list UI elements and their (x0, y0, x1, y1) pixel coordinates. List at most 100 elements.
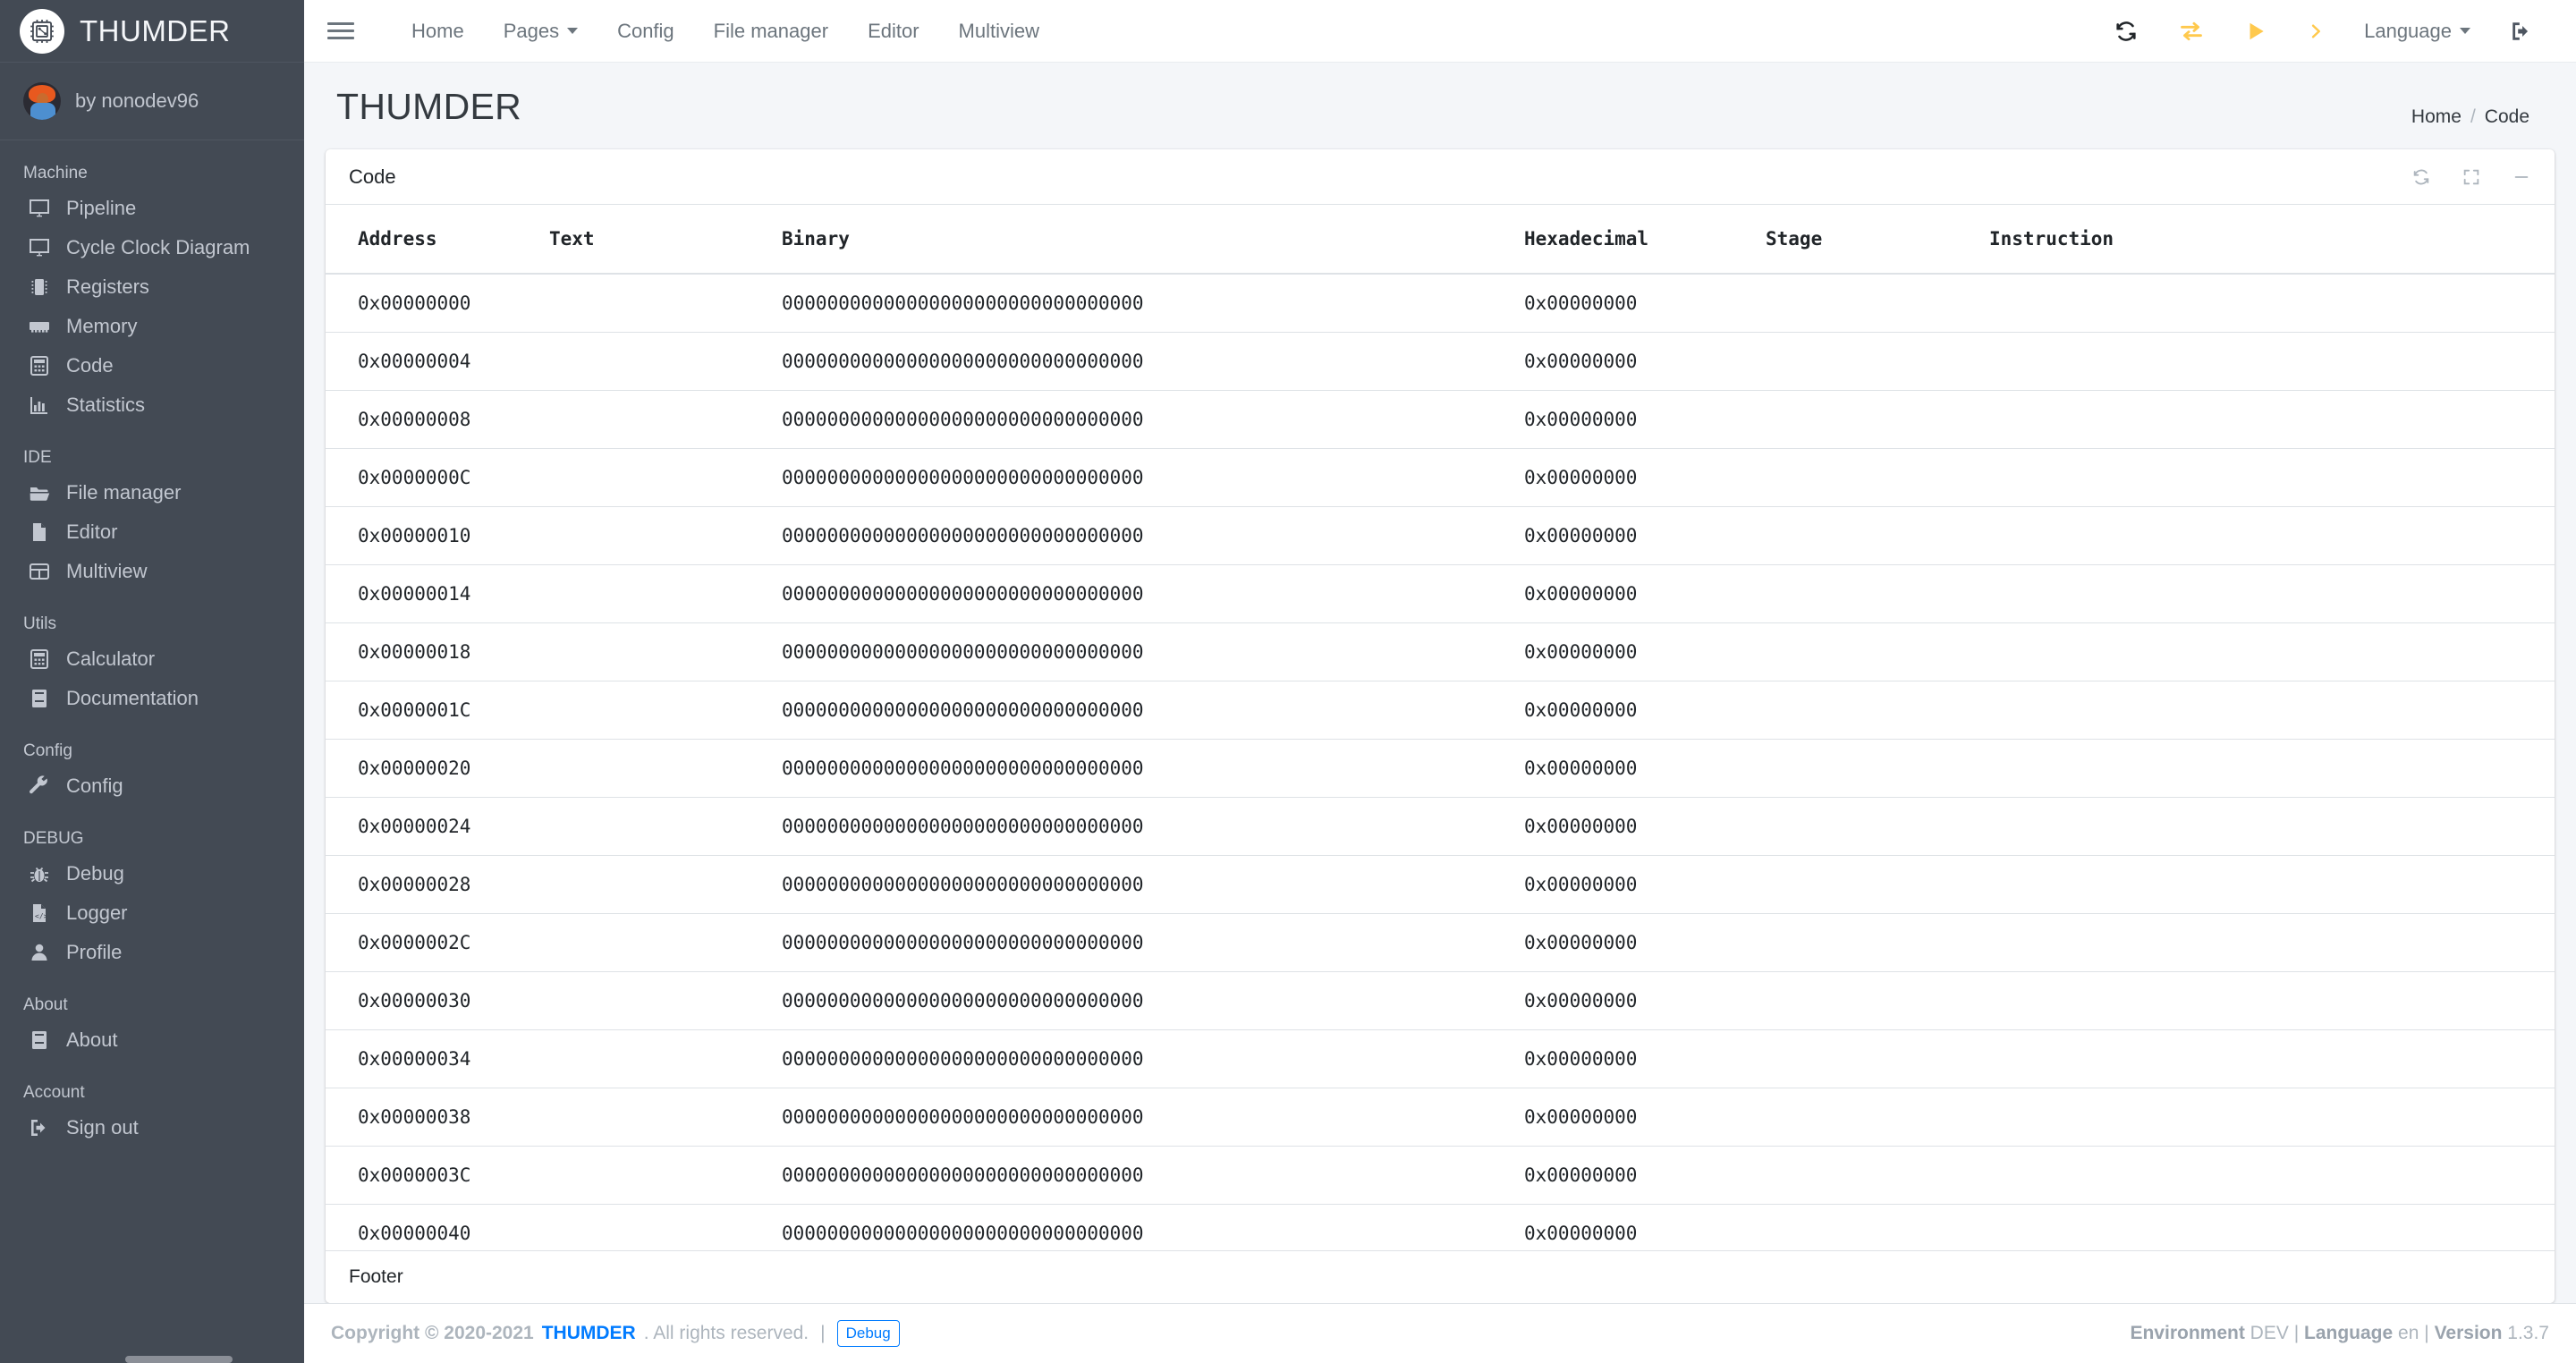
table-row[interactable]: 0x0000002C 000000000000000000000000000000… (326, 913, 2555, 972)
cell-text (549, 797, 782, 856)
sidebar-item-config[interactable]: Config (0, 766, 304, 806)
expand-icon[interactable] (2462, 167, 2481, 187)
chevron-down-icon (567, 28, 579, 34)
table-row[interactable]: 0x0000000C 000000000000000000000000000000… (326, 448, 2555, 507)
column-header-text[interactable]: Text (549, 205, 782, 275)
topnav-link-home[interactable]: Home (392, 20, 484, 43)
breadcrumb-item-home[interactable]: Home (2411, 106, 2462, 128)
cell-hexadecimal: 0x00000000 (1524, 622, 1766, 682)
sidebar-item-logger[interactable]: </> Logger (0, 893, 304, 933)
user-panel[interactable]: by nonodev96 (0, 63, 304, 140)
sidebar-item-file-manager[interactable]: File manager (0, 473, 304, 512)
topnav-link-label: Editor (868, 19, 919, 42)
refresh-icon[interactable] (2411, 167, 2431, 187)
table-row[interactable]: 0x00000018 000000000000000000000000000000… (326, 622, 2555, 682)
sidebar-item-documentation[interactable]: Documentation (0, 679, 304, 718)
sidebar-item-label: Calculator (66, 648, 156, 670)
chevron-right-step-icon[interactable] (2287, 19, 2344, 44)
sidebar-item-label: Pipeline (66, 197, 137, 219)
topnav-link-file-manager[interactable]: File manager (694, 20, 848, 43)
sidebar-section-config: Config Config (0, 732, 304, 806)
column-header-hexadecimal[interactable]: Hexadecimal (1524, 205, 1766, 275)
sidebar-item-sign-out[interactable]: Sign out (0, 1108, 304, 1147)
cell-hexadecimal: 0x00000000 (1524, 448, 1766, 507)
breadcrumb: Home / Code (2411, 106, 2529, 128)
avatar (23, 82, 61, 120)
topnav-link-label: File manager (713, 19, 829, 42)
sidebar-item-label: Config (66, 775, 123, 797)
cell-address: 0x0000002C (326, 913, 549, 972)
sidebar-header-config: Config (23, 741, 72, 760)
sidebar-item-memory[interactable]: Memory (0, 307, 304, 346)
cpu-chip-icon (20, 8, 64, 54)
table-row[interactable]: 0x00000014 000000000000000000000000000000… (326, 564, 2555, 623)
table-row[interactable]: 0x00000020 000000000000000000000000000000… (326, 739, 2555, 798)
brand-header[interactable]: THUMDER (0, 0, 304, 63)
table-row[interactable]: 0x00000004 000000000000000000000000000000… (326, 332, 2555, 391)
sidebar-header-about: About (23, 995, 68, 1014)
sidebar-item-pipeline[interactable]: Pipeline (0, 189, 304, 228)
sidebar-item-profile[interactable]: Profile (0, 933, 304, 972)
cell-binary: 00000000000000000000000000000000 (782, 855, 1524, 914)
footer-environment-info: Environment DEV | Language en | Version … (2130, 1323, 2549, 1344)
sidebar-item-label: Cycle Clock Diagram (66, 236, 250, 258)
cell-text (549, 739, 782, 798)
desktop-icon (29, 237, 55, 258)
exchange-step-icon[interactable] (2158, 19, 2224, 44)
card-body: Address Text Binary Hexadecimal Stage In… (326, 205, 2555, 1251)
column-header-binary[interactable]: Binary (782, 205, 1524, 275)
topnav-link-config[interactable]: Config (597, 20, 694, 43)
sidebar-item-code[interactable]: Code (0, 346, 304, 385)
calculator-icon (29, 648, 55, 670)
sidebar-scrollbar[interactable] (125, 1356, 233, 1363)
sidebar-item-debug[interactable]: Debug (0, 854, 304, 893)
card-footer: Footer (326, 1250, 2555, 1304)
topnav-link-editor[interactable]: Editor (848, 20, 938, 43)
table-row[interactable]: 0x00000024 000000000000000000000000000000… (326, 797, 2555, 856)
cell-binary: 00000000000000000000000000000000 (782, 913, 1524, 972)
minimize-icon[interactable] (2512, 167, 2531, 187)
play-run-icon[interactable] (2224, 19, 2287, 44)
table-row[interactable]: 0x00000028 000000000000000000000000000000… (326, 855, 2555, 914)
table-grid-icon (29, 561, 55, 582)
sidebar-item-editor[interactable]: Editor (0, 512, 304, 552)
table-row[interactable]: 0x00000040 000000000000000000000000000000… (326, 1204, 2555, 1251)
column-header-stage[interactable]: Stage (1766, 205, 1989, 275)
column-header-instruction[interactable]: Instruction (1989, 205, 2555, 275)
cell-stage (1766, 971, 1989, 1030)
column-header-address[interactable]: Address (326, 205, 549, 275)
cell-stage (1766, 506, 1989, 565)
footer-brand-link[interactable]: THUMDER (542, 1323, 636, 1344)
sidebar-item-multiview[interactable]: Multiview (0, 552, 304, 591)
sync-reset-icon[interactable] (2094, 19, 2158, 44)
table-row[interactable]: 0x00000008 000000000000000000000000000000… (326, 390, 2555, 449)
main-region: Home Pages Config File manager Editor Mu… (304, 0, 2576, 1363)
cell-instruction (1989, 1029, 2555, 1088)
top-navbar: Home Pages Config File manager Editor Mu… (304, 0, 2576, 63)
cell-instruction (1989, 913, 2555, 972)
footer-env-label: Environment (2130, 1323, 2245, 1344)
debug-badge[interactable]: Debug (836, 1320, 900, 1347)
table-row[interactable]: 0x00000034 000000000000000000000000000000… (326, 1029, 2555, 1088)
table-row[interactable]: 0x00000038 000000000000000000000000000000… (326, 1088, 2555, 1147)
sidebar-item-cycle-clock-diagram[interactable]: Cycle Clock Diagram (0, 228, 304, 267)
cell-address: 0x00000014 (326, 564, 549, 623)
sign-out-icon[interactable] (2490, 20, 2553, 43)
table-row[interactable]: 0x00000030 000000000000000000000000000000… (326, 971, 2555, 1030)
sidebar-item-calculator[interactable]: Calculator (0, 639, 304, 679)
topnav-link-multiview[interactable]: Multiview (939, 20, 1059, 43)
topnav-link-pages[interactable]: Pages (484, 20, 597, 43)
hamburger-icon[interactable] (327, 20, 354, 43)
folder-open-icon (29, 482, 55, 504)
language-dropdown[interactable]: Language (2344, 20, 2490, 43)
table-row[interactable]: 0x00000010 000000000000000000000000000000… (326, 506, 2555, 565)
sidebar-item-statistics[interactable]: Statistics (0, 385, 304, 425)
sidebar-item-about[interactable]: About (0, 1020, 304, 1060)
language-dropdown-label: Language (2364, 19, 2452, 42)
sidebar-item-registers[interactable]: Registers (0, 267, 304, 307)
table-row[interactable]: 0x00000000 000000000000000000000000000000… (326, 274, 2555, 333)
sidebar-header-account: Account (23, 1083, 85, 1102)
cell-stage (1766, 797, 1989, 856)
table-row[interactable]: 0x0000001C 000000000000000000000000000000… (326, 681, 2555, 740)
table-row[interactable]: 0x0000003C 000000000000000000000000000000… (326, 1146, 2555, 1205)
